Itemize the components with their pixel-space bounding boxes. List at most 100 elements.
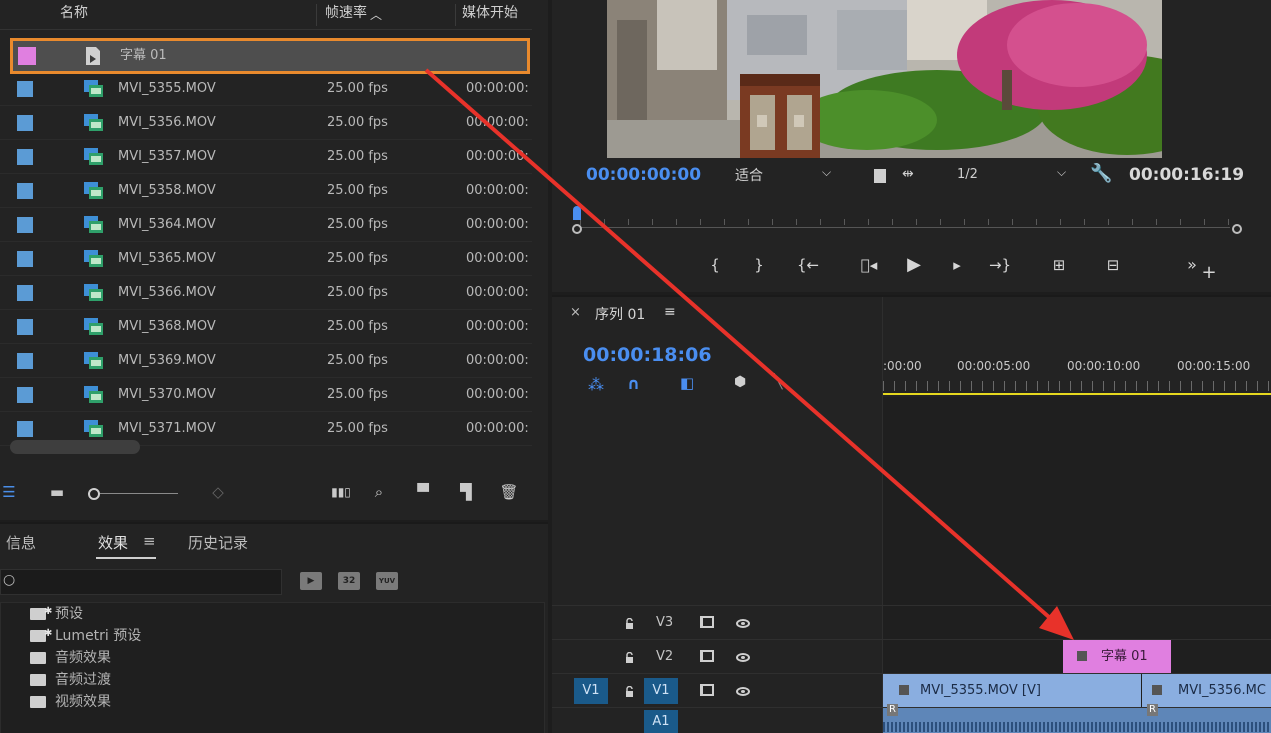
eye-icon[interactable] bbox=[736, 687, 750, 696]
source-patch-v1[interactable]: V1 bbox=[574, 678, 608, 704]
zoom-slider-handle[interactable] bbox=[88, 488, 100, 500]
sort-ascending-icon[interactable]: ︿ bbox=[370, 6, 382, 23]
effects-folder[interactable]: ✱ 预设 bbox=[1, 603, 544, 625]
title-clip[interactable]: 字幕 01 bbox=[1063, 640, 1171, 674]
playhead-timecode[interactable]: 00:00:00:00 bbox=[586, 165, 701, 185]
project-item[interactable]: MVI_5357.MOV 25.00 fps 00:00:00: bbox=[0, 140, 532, 174]
resolution-select[interactable]: 1/2 bbox=[957, 167, 978, 182]
trash-icon[interactable]: 🗑 bbox=[498, 480, 520, 504]
effects-folder[interactable]: ✱ Lumetri 预设 bbox=[1, 625, 544, 647]
sync-lock-icon[interactable] bbox=[700, 616, 714, 628]
label-color-swatch[interactable] bbox=[17, 421, 33, 437]
settings-wrench-icon[interactable]: 🔧 bbox=[1090, 163, 1112, 184]
column-separator[interactable] bbox=[455, 4, 456, 26]
track-target-a1[interactable]: A1 bbox=[644, 710, 678, 733]
chevron-down-icon[interactable]: ⌵ bbox=[1057, 165, 1066, 180]
snap-icon[interactable]: ∩ bbox=[627, 374, 640, 393]
spread-icon[interactable]: ⇹ bbox=[902, 166, 914, 182]
tab-menu-icon[interactable]: ≡ bbox=[143, 532, 156, 550]
timeline-timecode[interactable]: 00:00:18:06 bbox=[583, 344, 712, 366]
label-color-swatch[interactable] bbox=[17, 217, 33, 233]
close-icon[interactable]: × bbox=[570, 305, 581, 320]
label-color-swatch[interactable] bbox=[18, 47, 36, 65]
project-item[interactable]: MVI_5364.MOV 25.00 fps 00:00:00: bbox=[0, 208, 532, 242]
go-to-out-icon[interactable]: →} bbox=[988, 250, 1012, 280]
video-clip[interactable]: MVI_5356.MC bbox=[1142, 674, 1271, 708]
label-color-swatch[interactable] bbox=[17, 251, 33, 267]
playhead-marker[interactable] bbox=[573, 206, 581, 220]
column-header-media-start[interactable]: 媒体开始 bbox=[462, 0, 518, 30]
label-color-swatch[interactable] bbox=[17, 149, 33, 165]
project-item[interactable]: MVI_5355.MOV 25.00 fps 00:00:00: bbox=[0, 72, 532, 106]
zoom-handle-right[interactable] bbox=[1232, 224, 1242, 234]
tab-history[interactable]: 历史记录 bbox=[188, 532, 248, 553]
project-item[interactable]: MVI_5365.MOV 25.00 fps 00:00:00: bbox=[0, 242, 532, 276]
accelerated-effects-icon[interactable]: ▶ bbox=[300, 572, 322, 590]
sequence-tab[interactable]: 序列 01 bbox=[595, 304, 645, 324]
zoom-handle-left[interactable] bbox=[572, 224, 582, 234]
linked-selection-icon[interactable]: ◧ bbox=[680, 374, 694, 392]
yuv-effects-icon[interactable]: YUV bbox=[376, 572, 398, 590]
mark-out-icon[interactable]: } bbox=[747, 250, 771, 280]
column-separator[interactable] bbox=[316, 4, 317, 26]
project-item-title-selected[interactable]: 字幕 01 bbox=[10, 38, 530, 74]
add-button-icon[interactable]: + bbox=[1197, 258, 1221, 288]
column-header-name[interactable]: 名称 bbox=[60, 0, 88, 30]
label-color-swatch[interactable] bbox=[17, 387, 33, 403]
project-item[interactable]: MVI_5356.MOV 25.00 fps 00:00:00: bbox=[0, 106, 532, 140]
monitor-time-ruler[interactable] bbox=[572, 206, 1244, 234]
project-item[interactable]: MVI_5358.MOV 25.00 fps 00:00:00: bbox=[0, 174, 532, 208]
project-item[interactable]: MVI_5369.MOV 25.00 fps 00:00:00: bbox=[0, 344, 532, 378]
ruler-ticks[interactable] bbox=[883, 381, 1271, 391]
label-color-swatch[interactable] bbox=[17, 285, 33, 301]
sync-lock-icon[interactable] bbox=[700, 650, 714, 662]
audio-clip[interactable]: R R bbox=[883, 704, 1271, 733]
label-color-swatch[interactable] bbox=[17, 353, 33, 369]
column-header-frame-rate[interactable]: 帧速率 bbox=[325, 0, 367, 30]
tab-info[interactable]: 信息 bbox=[6, 532, 36, 553]
project-item[interactable]: MVI_5368.MOV 25.00 fps 00:00:00: bbox=[0, 310, 532, 344]
search-icon[interactable]: ⌕ bbox=[368, 480, 390, 504]
tab-effects[interactable]: 效果 bbox=[98, 532, 128, 553]
work-area-bar[interactable] bbox=[883, 393, 1271, 395]
go-to-in-icon[interactable]: {← bbox=[796, 250, 820, 280]
list-view-icon[interactable]: ☰ bbox=[0, 480, 18, 504]
new-item-icon[interactable]: ▜ bbox=[455, 480, 477, 504]
new-bin-icon[interactable]: ▀ bbox=[412, 480, 434, 504]
track-label[interactable]: V2 bbox=[656, 640, 673, 674]
label-color-swatch[interactable] bbox=[17, 183, 33, 199]
project-item[interactable]: MVI_5370.MOV 25.00 fps 00:00:00: bbox=[0, 378, 532, 412]
sync-lock-icon[interactable] bbox=[700, 684, 714, 696]
effects-folder[interactable]: 视频效果 bbox=[1, 691, 544, 713]
lock-icon[interactable] bbox=[625, 686, 634, 697]
insert-icon[interactable]: ⊞ bbox=[1047, 250, 1071, 280]
step-back-icon[interactable]: ◂ׅ bbox=[857, 250, 881, 280]
chevron-down-icon[interactable]: ⌵ bbox=[822, 165, 831, 180]
effects-folder[interactable]: 音频效果 bbox=[1, 647, 544, 669]
video-clip[interactable]: MVI_5355.MOV [V] bbox=[883, 674, 1141, 708]
project-item[interactable]: MVI_5366.MOV 25.00 fps 00:00:00: bbox=[0, 276, 532, 310]
eye-icon[interactable] bbox=[736, 619, 750, 628]
panel-menu-icon[interactable]: ≡ bbox=[664, 304, 676, 320]
fit-select[interactable]: 适合 bbox=[735, 165, 763, 185]
overwrite-icon[interactable]: ⊟ bbox=[1101, 250, 1125, 280]
mark-in-icon[interactable]: { bbox=[703, 250, 727, 280]
track-target-v1[interactable]: V1 bbox=[644, 678, 678, 704]
sort-icons-icon[interactable]: ◇ bbox=[208, 480, 228, 504]
label-color-swatch[interactable] bbox=[17, 115, 33, 131]
32-bit-effects-icon[interactable]: 32 bbox=[338, 572, 360, 590]
add-marker-icon[interactable]: ⬢ bbox=[734, 374, 746, 390]
effects-folder[interactable]: 音频过渡 bbox=[1, 669, 544, 691]
zoom-slider-track[interactable] bbox=[100, 493, 178, 494]
label-color-swatch[interactable] bbox=[17, 319, 33, 335]
safe-margins-icon[interactable] bbox=[874, 169, 886, 183]
wrench-icon[interactable]: ╲ bbox=[774, 374, 782, 390]
track-label[interactable]: V3 bbox=[656, 606, 673, 640]
nest-toggle-icon[interactable]: ⁂ bbox=[588, 375, 604, 394]
lock-icon[interactable] bbox=[625, 618, 634, 629]
label-color-swatch[interactable] bbox=[17, 81, 33, 97]
horizontal-scrollbar[interactable] bbox=[10, 440, 140, 454]
lock-icon[interactable] bbox=[625, 652, 634, 663]
automate-to-sequence-icon[interactable]: ▮▮▯ bbox=[330, 480, 352, 504]
effects-search-input[interactable]: ○ bbox=[0, 569, 282, 595]
